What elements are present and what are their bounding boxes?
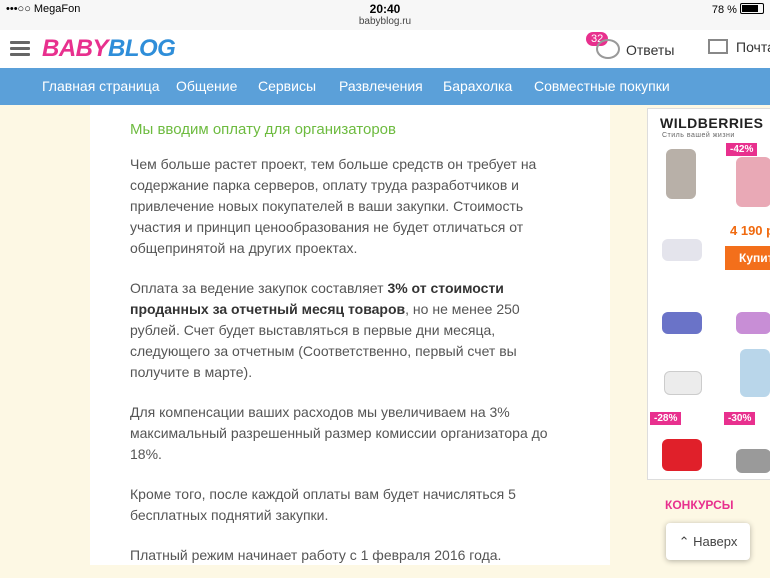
main-nav: Главная страница Общение Сервисы Развлеч…	[0, 68, 770, 105]
mail-label: Почта	[736, 39, 770, 55]
battery-status: 78 %	[712, 3, 764, 16]
product-sneaker-lilac-image[interactable]	[736, 312, 770, 334]
logo-blog: BLOG	[108, 35, 176, 62]
nav-item-services[interactable]: Сервисы	[258, 78, 316, 94]
url-label[interactable]: babyblog.ru	[0, 16, 770, 27]
battery-percent: 78 %	[711, 4, 737, 16]
battery-icon	[740, 3, 764, 14]
status-bar: •••○○ MegaFon 20:40 babyblog.ru 78 %	[0, 0, 770, 30]
site-header: BABYBLOG 32 Ответы Почта	[0, 30, 770, 68]
discount-badge-3: -30%	[724, 412, 756, 425]
wildberries-ad[interactable]: WILDBERRIES Стиль вашей жизни -42% 4 190…	[647, 108, 770, 480]
answers-label: Ответы	[626, 42, 675, 58]
nav-item-entertainment[interactable]: Развлечения	[339, 78, 423, 94]
ad-slogan: Стиль вашей жизни	[662, 132, 735, 139]
article-paragraph-4: Кроме того, после каждой оплаты вам буде…	[130, 486, 516, 523]
chat-bubble-icon	[596, 39, 620, 59]
nav-item-flea-market[interactable]: Барахолка	[443, 78, 512, 94]
product-boots-image[interactable]	[666, 149, 696, 199]
discount-badge-1: -42%	[726, 143, 758, 156]
clock: 20:40	[369, 2, 401, 16]
logo-baby: BABY	[42, 35, 109, 62]
article-paragraph-2: Оплата за ведение закупок составляет 3% …	[130, 280, 520, 380]
nav-item-joint-purchases[interactable]: Совместные покупки	[534, 78, 670, 94]
product-sneaker-blue-image[interactable]	[662, 312, 702, 334]
menu-icon[interactable]	[10, 41, 30, 56]
article-paragraph-3: Для компенсации ваших расходов мы увелич…	[130, 404, 548, 462]
back-to-top-button[interactable]: ⌃ Наверх	[666, 523, 750, 560]
ad-brand: WILDBERRIES	[660, 115, 764, 131]
envelope-icon	[708, 39, 728, 54]
article-card: Мы вводим оплату для организаторов Чем б…	[90, 105, 610, 565]
site-logo[interactable]: BABYBLOG	[42, 35, 176, 63]
discount-badge-2: -28%	[650, 412, 682, 425]
product-bracelet-image[interactable]	[664, 371, 702, 395]
product-sneaker-white-image[interactable]	[662, 239, 702, 261]
nav-item-community[interactable]: Общение	[176, 78, 237, 94]
contests-heading[interactable]: КОНКУРСЫ	[665, 498, 734, 512]
product-costume-image[interactable]	[740, 349, 770, 397]
nav-item-home[interactable]: Главная страница	[42, 78, 160, 94]
product-red-bag-image[interactable]	[662, 439, 702, 471]
product-dress-image[interactable]	[736, 157, 770, 207]
mail-link[interactable]: Почта	[708, 39, 770, 55]
article-paragraph-1: Чем больше растет проект, тем больше сре…	[130, 156, 537, 256]
answers-link[interactable]: Ответы	[596, 39, 674, 59]
article-title: Мы вводим оплату для организаторов	[130, 121, 396, 138]
ad-price: 4 190 р	[730, 223, 770, 238]
article-paragraph-5: Платный режим начинает работу с 1 феврал…	[130, 547, 502, 563]
ad-buy-button[interactable]: Купит	[725, 246, 770, 270]
product-sneaker-red-image[interactable]	[736, 449, 770, 473]
